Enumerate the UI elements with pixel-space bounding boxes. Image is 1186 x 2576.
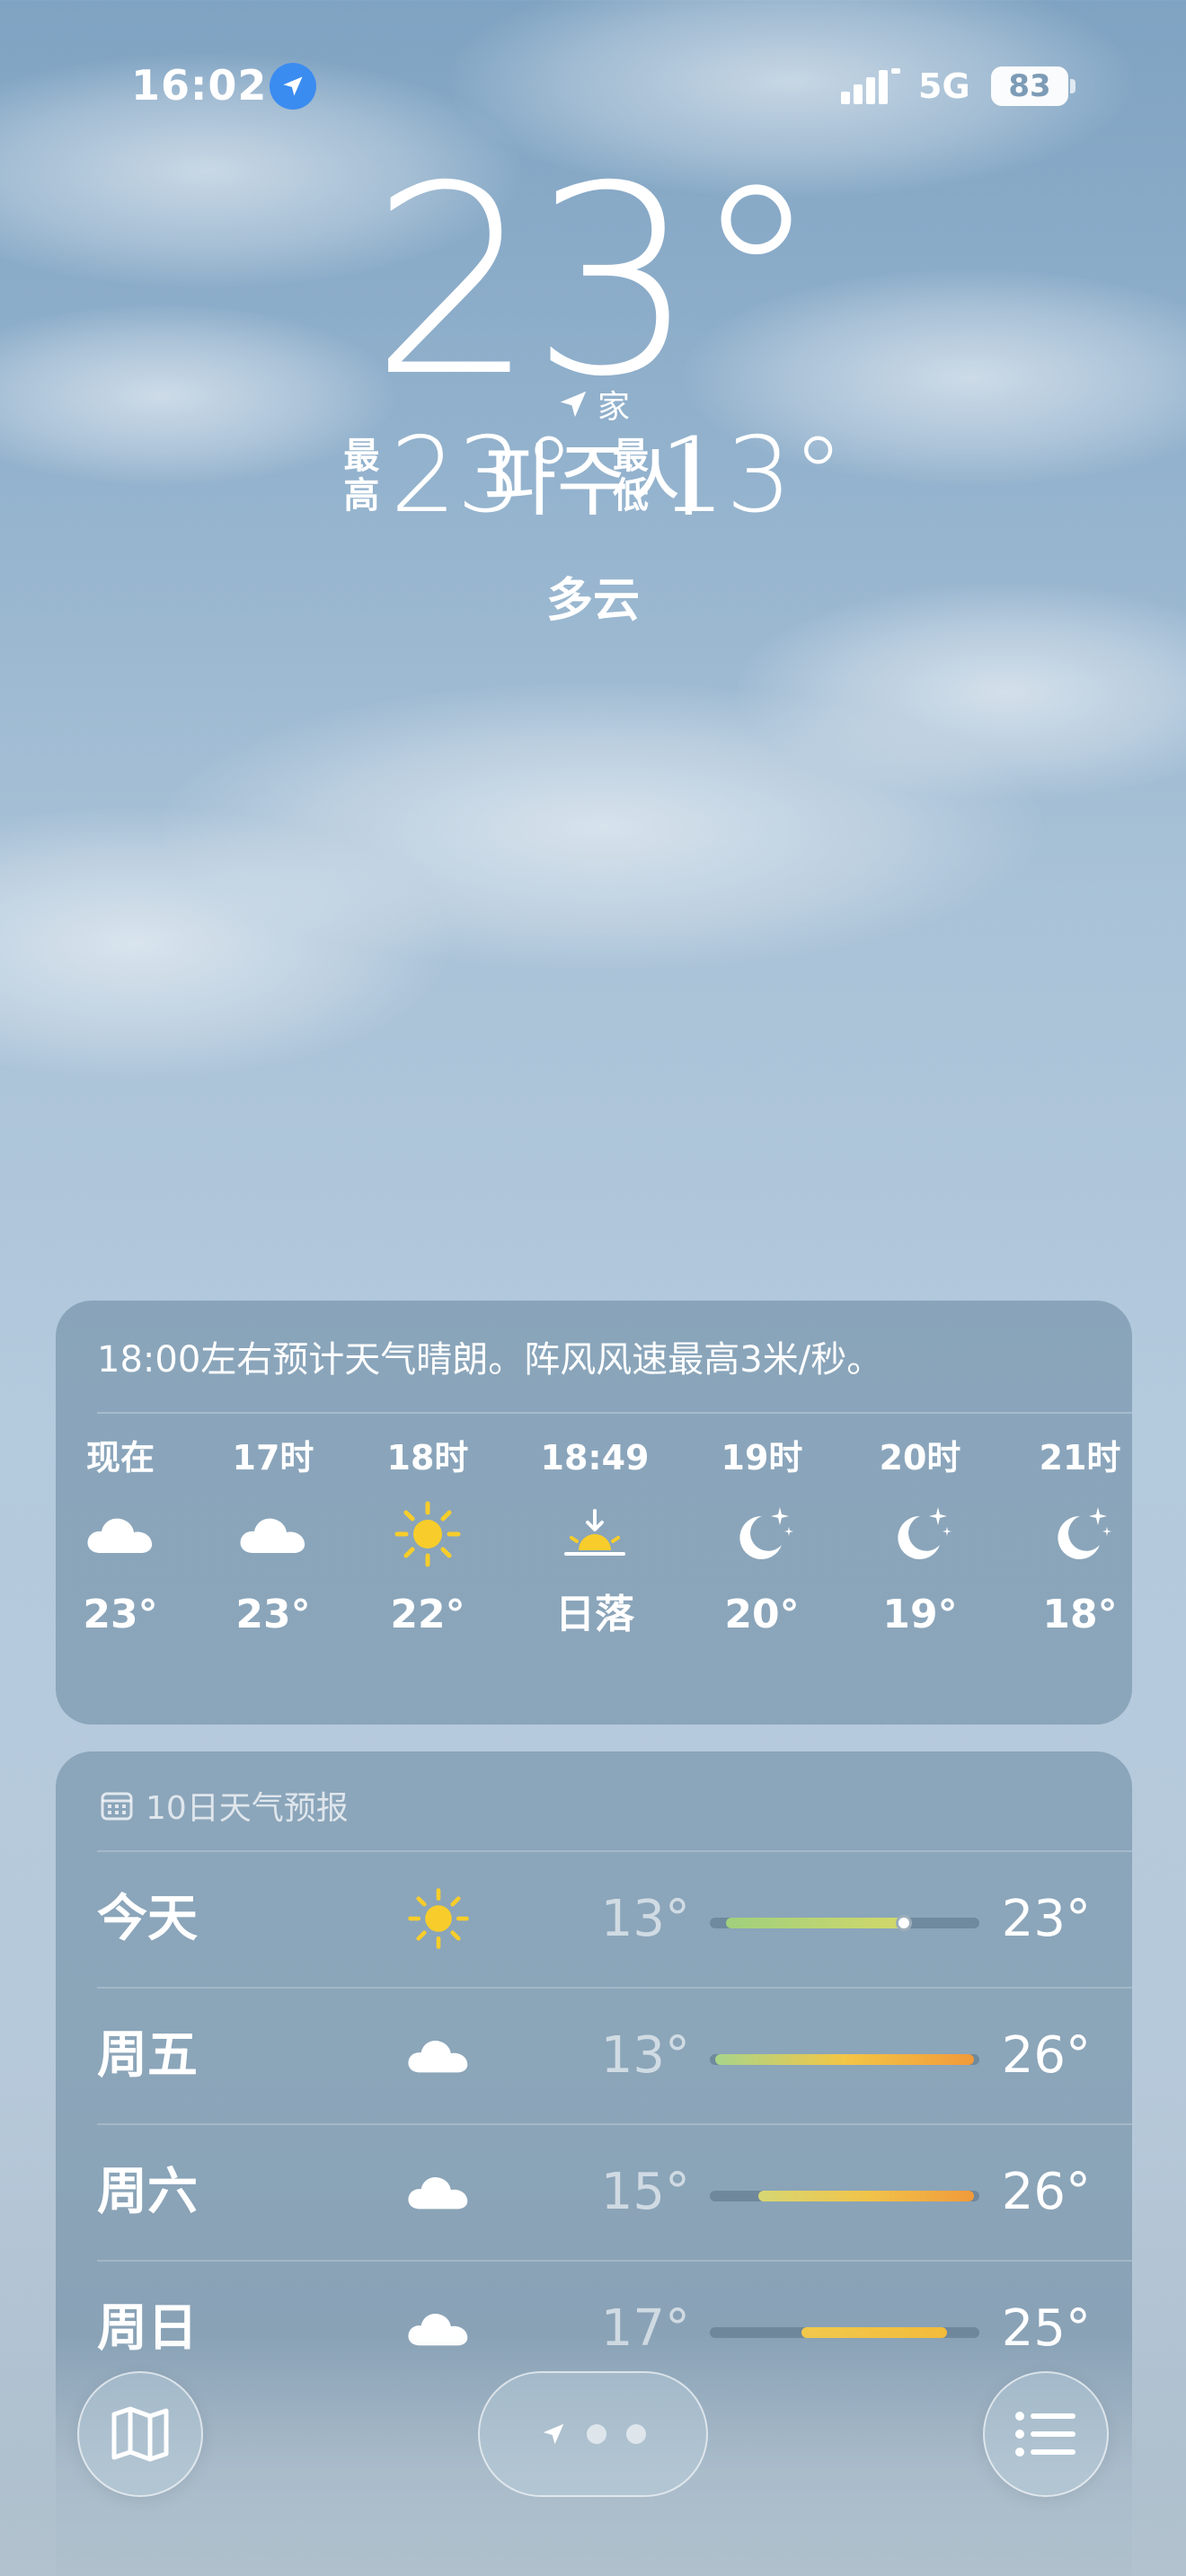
- temperature-range-bar: [710, 2054, 979, 2065]
- sun-icon: [403, 1883, 474, 1954]
- battery-icon: 83: [991, 66, 1068, 106]
- calendar-icon: [101, 1792, 133, 1821]
- hourly-temperature: 22°: [390, 1592, 465, 1637]
- location-arrow-icon: [543, 2423, 564, 2445]
- high-label: 最高: [343, 436, 380, 516]
- hourly-time: 19时: [721, 1438, 803, 1478]
- temperature-range-fill: [715, 2054, 974, 2065]
- moon-stars-icon: [853, 1480, 987, 1588]
- hourly-item: 18时 22°: [360, 1435, 495, 1642]
- cloud-icon: [56, 1480, 188, 1588]
- weather-condition: 多云: [545, 574, 640, 628]
- daily-low: 13°: [600, 2026, 690, 2085]
- daily-day: 周六: [97, 2163, 198, 2221]
- temperature-range-fill: [758, 2191, 974, 2201]
- moon-stars-icon: [695, 1480, 829, 1588]
- daily-row[interactable]: 今天 13° 23°: [97, 1852, 1091, 1987]
- low-temperature-group: 最低 13°: [611, 422, 845, 530]
- temperature-range-bar: [710, 1915, 979, 1931]
- moon-stars-icon: [1013, 1480, 1132, 1588]
- high-temperature-group: 最高 23°: [341, 422, 575, 530]
- map-button[interactable]: [77, 2371, 203, 2497]
- map-icon: [111, 2406, 169, 2462]
- page-dot: [626, 2424, 646, 2444]
- ten-day-title: 10日天气预报: [146, 1790, 349, 1827]
- hourly-divider: [97, 1412, 1132, 1414]
- page-indicator[interactable]: [478, 2371, 708, 2497]
- hourly-temperature: 23°: [235, 1592, 311, 1637]
- hourly-item: 19时 20°: [695, 1435, 829, 1642]
- hourly-time: 现在: [85, 1438, 155, 1478]
- current-temperature-marker: [896, 1915, 912, 1931]
- hourly-item: 17时 23°: [206, 1435, 341, 1642]
- list-icon: [1015, 2412, 1075, 2457]
- daily-low: 15°: [600, 2163, 690, 2221]
- hourly-summary: 18:00左右预计天气晴朗。阵风风速最高3米/秒。: [97, 1339, 883, 1381]
- temperature-range-bar: [710, 2191, 979, 2201]
- ten-day-header: 10日天气预报: [101, 1782, 349, 1829]
- sunset-icon: [527, 1480, 662, 1588]
- cloud-icon: [206, 1480, 341, 1588]
- daily-day: 周五: [97, 2026, 198, 2085]
- daily-high: 23°: [1001, 1890, 1091, 1948]
- page-dot: [587, 2424, 606, 2444]
- cellular-signal-icon: [841, 68, 900, 104]
- daily-row[interactable]: 周五 13° 26°: [97, 1989, 1091, 2123]
- low-label: 最低: [613, 436, 649, 516]
- battery-tip: [1070, 79, 1075, 93]
- low-temperature: 13°: [659, 415, 845, 536]
- high-temperature: 23°: [390, 415, 575, 536]
- hourly-item: 18:49 日落: [527, 1435, 662, 1642]
- hourly-time: 21时: [1039, 1438, 1121, 1478]
- hourly-list[interactable]: 现在 23° 17时 23° 18时 22° 18:49 日落 19时 20° 20时 19° 21时 1…: [56, 1435, 1132, 1705]
- hourly-item: 现在 23°: [56, 1435, 188, 1642]
- hourly-item: 20时 19°: [853, 1435, 987, 1642]
- hourly-temperature: 23°: [83, 1592, 158, 1637]
- cloud-icon: [403, 2156, 474, 2228]
- hourly-temperature: 18°: [1042, 1592, 1118, 1637]
- hourly-temperature: 日落: [555, 1592, 634, 1637]
- daily-low: 13°: [600, 1890, 690, 1948]
- daily-row[interactable]: 周六 15° 26°: [97, 2125, 1091, 2260]
- status-bar: 16:02 5G 83: [0, 56, 1186, 119]
- temperature-range-fill: [726, 1918, 904, 1928]
- hourly-time: 17时: [232, 1438, 314, 1478]
- hourly-time: 18时: [386, 1438, 469, 1478]
- cloud-icon: [403, 2019, 474, 2091]
- battery-level: 83: [1008, 68, 1051, 104]
- status-time: 16:02: [131, 61, 268, 110]
- hourly-temperature: 19°: [882, 1592, 958, 1637]
- hourly-forecast-panel[interactable]: 18:00左右预计天气晴朗。阵风风速最高3米/秒。 现在 23° 17时 23° 18时…: [56, 1301, 1132, 1725]
- network-type: 5G: [918, 66, 970, 106]
- daily-high: 26°: [1001, 2026, 1091, 2085]
- location-list-button[interactable]: [983, 2371, 1109, 2497]
- hourly-temperature: 20°: [724, 1592, 800, 1637]
- hourly-time: 18:49: [540, 1438, 650, 1478]
- high-low-row: 最高 23° 最低 13°: [0, 422, 1186, 530]
- daily-day: 今天: [97, 1890, 198, 1948]
- sun-icon: [360, 1480, 495, 1588]
- location-services-icon: [270, 63, 316, 110]
- current-temperature: 23°: [369, 131, 821, 434]
- hourly-time: 20时: [879, 1438, 961, 1478]
- daily-high: 26°: [1001, 2163, 1091, 2221]
- hourly-item: 21时 18°: [1013, 1435, 1132, 1642]
